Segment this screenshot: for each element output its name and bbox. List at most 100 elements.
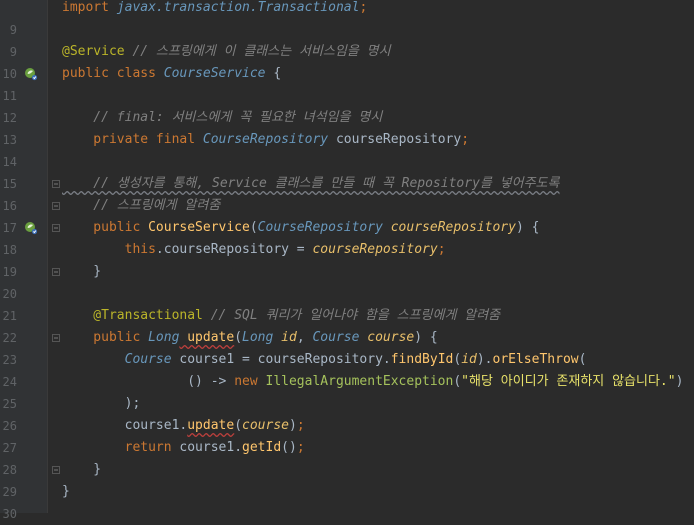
code-line[interactable]: 13 private final CourseRepository course… (0, 129, 694, 151)
code-token: IllegalArgumentException (265, 374, 454, 389)
code-token: ( (249, 220, 258, 235)
code-token: public (62, 330, 149, 345)
spring-bean-icon[interactable] (24, 221, 38, 235)
fold-marker-icon[interactable] (52, 466, 60, 474)
code-token: Course (312, 330, 360, 345)
code-text[interactable]: public Long update(Long id, Course cours… (62, 327, 438, 349)
code-text[interactable]: } (62, 481, 70, 503)
code-text[interactable]: ); (62, 393, 141, 415)
code-line[interactable]: 25 ); (0, 393, 694, 415)
line-number: 24 (2, 375, 17, 389)
code-line[interactable]: 18 this.courseRepository = courseReposit… (0, 239, 694, 261)
spring-bean-icon[interactable] (24, 67, 38, 81)
code-token: return (62, 440, 180, 455)
code-token: ( (453, 374, 462, 389)
code-text[interactable]: // 스프링에게 알려줌 (62, 195, 220, 217)
code-token: } (62, 264, 102, 279)
fold-marker-icon[interactable] (52, 268, 60, 276)
code-line[interactable]: 23 Course course1 = courseRepository.fin… (0, 349, 694, 371)
code-token: ) (289, 418, 297, 433)
line-number: 19 (2, 265, 17, 279)
code-token: update (179, 330, 235, 345)
line-number: 29 (2, 485, 17, 499)
line-number: 9 (9, 45, 17, 59)
code-text[interactable]: () -> new IllegalArgumentException("해당 아… (62, 371, 683, 393)
code-line[interactable]: 19 } (0, 261, 694, 283)
fold-marker-icon[interactable] (52, 180, 60, 188)
code-token: ( (453, 352, 462, 367)
code-line[interactable]: 12 // final: 서비스에게 꼭 필요한 녀석임을 명시 (0, 107, 694, 129)
line-number: 20 (2, 287, 17, 301)
code-line[interactable]: 9 (0, 19, 694, 41)
code-token: ) (675, 374, 684, 389)
code-text[interactable]: } (62, 459, 101, 481)
code-token: // 생성자를 통해, Service 클래스를 만들 때 꼭 Reposito… (62, 176, 560, 191)
line-number: 21 (2, 309, 17, 323)
code-line[interactable]: import javax.transaction.Transactional; (0, 0, 694, 19)
code-text[interactable]: course1.update(course); (62, 415, 305, 437)
code-token: public (62, 220, 149, 235)
code-token: ; (461, 132, 470, 147)
code-token: ); (62, 396, 141, 411)
code-token: ) { (414, 330, 438, 345)
line-number: 13 (2, 133, 17, 147)
code-text[interactable]: } (62, 261, 101, 283)
code-line[interactable]: 22 public Long update(Long id, Course co… (0, 327, 694, 349)
code-text[interactable]: this.courseRepository = courseRepository… (62, 239, 446, 261)
code-token: id (461, 352, 477, 367)
line-number: 9 (9, 23, 17, 37)
code-text[interactable]: // 생성자를 통해, Service 클래스를 만들 때 꼭 Reposito… (62, 173, 559, 195)
code-line[interactable]: 27 return course1.getId(); (0, 437, 694, 459)
code-line[interactable]: 30 (0, 503, 694, 525)
code-line[interactable]: 26 course1.update(course); (0, 415, 694, 437)
code-token: findById (390, 352, 454, 367)
code-token: CourseRepository (202, 132, 329, 147)
code-text[interactable]: import javax.transaction.Transactional; (62, 0, 367, 19)
code-token: Course (62, 352, 172, 367)
code-line[interactable]: 16 // 스프링에게 알려줌 (0, 195, 694, 217)
code-text[interactable]: Course course1 = courseRepository.findBy… (62, 349, 587, 371)
code-token: courseRepository (328, 132, 462, 147)
line-number: 12 (2, 111, 17, 125)
code-token: { (265, 66, 282, 81)
code-line[interactable]: 28 } (0, 459, 694, 481)
code-token: javax.transaction.Transactional (116, 0, 360, 15)
code-editor[interactable]: import javax.transaction.Transactional; 9… (0, 0, 694, 521)
code-line[interactable]: 24 () -> new IllegalArgumentException("해… (0, 371, 694, 393)
code-text[interactable]: @Service // 스프링에게 이 클래스는 서비스임을 명시 (62, 41, 391, 63)
code-text[interactable]: // final: 서비스에게 꼭 필요한 녀석임을 명시 (62, 107, 382, 129)
code-token: // SQL 쿼리가 일어나야 함을 스프링에게 알려줌 (202, 308, 501, 323)
line-number: 23 (2, 353, 17, 367)
fold-marker-icon[interactable] (52, 334, 60, 342)
code-text[interactable]: public CourseService(CourseRepository co… (62, 217, 539, 239)
code-token: ) { (515, 220, 540, 235)
code-line[interactable]: 21 @Transactional // SQL 쿼리가 일어나야 함을 스프링… (0, 305, 694, 327)
line-number: 11 (2, 89, 17, 103)
line-number: 15 (2, 177, 17, 191)
code-line[interactable]: 11 (0, 85, 694, 107)
code-token: courseRepository (312, 242, 438, 257)
code-token: private final (62, 132, 203, 147)
code-line[interactable]: 14 (0, 151, 694, 173)
code-text[interactable]: @Transactional // SQL 쿼리가 일어나야 함을 스프링에게 … (62, 305, 500, 327)
code-token: , (296, 330, 313, 345)
code-line[interactable]: 20 (0, 283, 694, 305)
code-token: // 스프링에게 이 클래스는 서비스임을 명시 (124, 44, 391, 59)
line-number: 16 (2, 199, 17, 213)
code-text[interactable]: private final CourseRepository courseRep… (62, 129, 469, 151)
code-line[interactable]: 29} (0, 481, 694, 503)
code-line[interactable]: 15 // 생성자를 통해, Service 클래스를 만들 때 꼭 Repos… (0, 173, 694, 195)
code-token: ; (359, 0, 368, 15)
code-line[interactable]: 9 @Service // 스프링에게 이 클래스는 서비스임을 명시 (0, 41, 694, 63)
code-token: ( (234, 330, 243, 345)
fold-marker-icon[interactable] (52, 224, 60, 232)
code-text[interactable]: return course1.getId(); (62, 437, 305, 459)
code-line[interactable]: 17 public CourseService(CourseRepository… (0, 217, 694, 239)
code-text[interactable]: public class CourseService { (62, 63, 281, 85)
code-line[interactable]: 10 public class CourseService { (0, 63, 694, 85)
code-token: () (281, 440, 297, 455)
code-token: course1 = courseRepository. (171, 352, 391, 367)
line-number: 30 (2, 507, 17, 521)
fold-marker-icon[interactable] (52, 202, 60, 210)
code-token: course1. (62, 418, 188, 433)
